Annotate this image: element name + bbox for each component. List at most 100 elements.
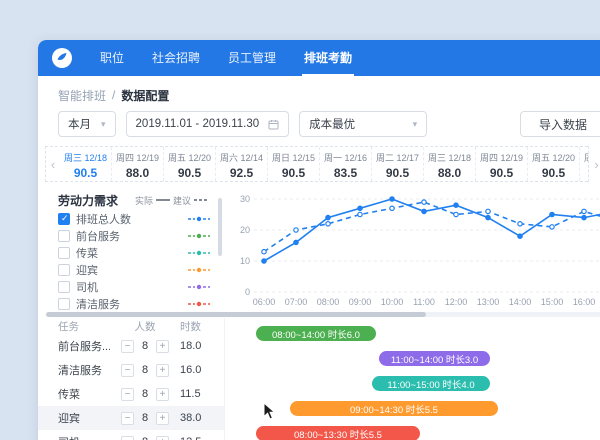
nav-item-employee-management[interactable]: 员工管理 xyxy=(214,40,290,76)
app-logo-icon[interactable] xyxy=(52,48,72,68)
date-range-value: 2019.11.01 - 2019.11.30 xyxy=(135,118,260,130)
date-tab-6[interactable]: 周二 12/17 90.5 xyxy=(372,147,424,181)
demand-item-glyph xyxy=(188,250,210,255)
date-tab-0[interactable]: 周三 12/18 90.5 xyxy=(60,147,112,181)
stepper-increase-button[interactable]: + xyxy=(156,363,169,377)
checkbox[interactable] xyxy=(58,212,70,225)
svg-text:0: 0 xyxy=(245,287,250,297)
dashed-line-icon xyxy=(194,199,208,201)
task-name: 司机 xyxy=(38,434,110,440)
svg-text:10:00: 10:00 xyxy=(381,297,404,307)
task-table-header: 任务 人数 时数 xyxy=(38,318,224,334)
date-tab-8[interactable]: 周四 12/19 90.5 xyxy=(476,147,528,181)
tabs-prev-button[interactable]: ‹ xyxy=(46,147,60,181)
breadcrumb-separator: / xyxy=(112,88,116,102)
stepper-decrease-button[interactable]: − xyxy=(121,339,134,353)
panel-scrollbar[interactable] xyxy=(218,198,222,256)
checkbox[interactable] xyxy=(58,229,70,242)
date-tab-day: 周一 12/16 xyxy=(323,153,368,163)
task-row-2[interactable]: 传菜 − 8 + 11.5 xyxy=(38,382,224,406)
nav-item-scheduling-attendance[interactable]: 排班考勤 xyxy=(290,40,366,76)
checkbox[interactable] xyxy=(58,263,70,276)
mouse-cursor-icon xyxy=(263,401,276,425)
demand-item-label: 司机 xyxy=(76,281,98,294)
period-select[interactable]: 本月 ▾ xyxy=(58,111,116,137)
scrollbar-thumb[interactable] xyxy=(46,312,426,317)
demand-item-label: 迎宾 xyxy=(76,264,98,277)
date-range-input[interactable]: 2019.11.01 - 2019.11.30 xyxy=(125,111,290,137)
svg-text:16:00: 16:00 xyxy=(573,297,596,307)
date-tab-7[interactable]: 周三 12/18 88.0 xyxy=(424,147,476,181)
demand-item-glyph xyxy=(188,233,210,238)
date-tab-value: 90.5 xyxy=(177,166,202,180)
calendar-icon xyxy=(268,119,279,130)
stepper-increase-button[interactable]: + xyxy=(156,435,169,440)
strategy-select[interactable]: 成本最优 ▾ xyxy=(299,111,428,137)
task-row-4[interactable]: 司机 − 8 + 12.5 xyxy=(38,430,224,440)
gantt-bar-0[interactable]: 08:00~14:00 时长6.0 xyxy=(256,326,376,341)
gantt-bar-1[interactable]: 11:00~14:00 时长3.0 xyxy=(379,351,490,366)
nav-item-social-recruiting[interactable]: 社会招聘 xyxy=(138,40,214,76)
stepper-decrease-button[interactable]: − xyxy=(121,411,134,425)
date-tab-day: 周三 12/18 xyxy=(427,153,472,163)
stepper-increase-button[interactable]: + xyxy=(156,411,169,425)
nav-item-positions[interactable]: 职位 xyxy=(86,40,138,76)
demand-item-4[interactable]: 司机 xyxy=(58,278,220,295)
stepper-decrease-button[interactable]: − xyxy=(121,363,134,377)
date-tab-value: 88.0 xyxy=(437,166,462,180)
header-count: 人数 xyxy=(134,320,156,333)
date-tab-1[interactable]: 周四 12/19 88.0 xyxy=(112,147,164,181)
checkbox[interactable] xyxy=(58,246,70,259)
demand-item-label: 前台服务 xyxy=(76,230,120,243)
date-tab-value: 90.5 xyxy=(385,166,410,180)
breadcrumb-parent[interactable]: 智能排班 xyxy=(58,87,106,104)
task-row-0[interactable]: 前台服务... − 8 + 18.0 xyxy=(38,334,224,358)
task-row-1[interactable]: 清洁服务 − 8 + 16.0 xyxy=(38,358,224,382)
svg-text:14:00: 14:00 xyxy=(509,297,532,307)
date-tab-2[interactable]: 周五 12/20 90.5 xyxy=(164,147,216,181)
task-name: 迎宾 xyxy=(58,413,80,425)
import-data-button[interactable]: 导入数据 xyxy=(520,111,600,137)
stepper-value: 8 xyxy=(141,364,149,376)
gantt-bar-2[interactable]: 11:00~15:00 时长4.0 xyxy=(372,376,490,391)
gantt-bar-3[interactable]: 09:00~14:30 时长5.5 xyxy=(290,401,498,416)
chevron-left-icon: ‹ xyxy=(50,156,56,172)
date-tab-day: 周二 12/17 xyxy=(375,153,420,163)
demand-item-2[interactable]: 传菜 xyxy=(58,244,220,261)
date-tab-9[interactable]: 周五 12/20 90.5 xyxy=(528,147,580,181)
gantt-bar-4[interactable]: 08:00~13:30 时长5.5 xyxy=(256,426,420,440)
svg-text:15:00: 15:00 xyxy=(541,297,564,307)
date-tab-day: 周五 12/20 xyxy=(167,153,212,163)
date-tab-3[interactable]: 周六 12/14 92.5 xyxy=(216,147,268,181)
header-hours: 时数 xyxy=(180,320,201,333)
horizontal-scrollbar xyxy=(38,310,600,318)
header-task: 任务 xyxy=(58,320,79,333)
period-select-value: 本月 xyxy=(68,119,91,131)
solid-line-icon xyxy=(155,199,170,201)
tabs-next-button[interactable]: › xyxy=(588,146,600,182)
demand-item-1[interactable]: 前台服务 xyxy=(58,227,220,244)
date-tab-5[interactable]: 周一 12/16 83.5 xyxy=(320,147,372,181)
stepper-increase-button[interactable]: + xyxy=(156,339,169,353)
stepper-increase-button[interactable]: + xyxy=(156,387,169,401)
demand-item-label: 传菜 xyxy=(76,247,98,260)
stepper-decrease-button[interactable]: − xyxy=(121,435,134,440)
checkbox[interactable] xyxy=(58,280,70,293)
demand-item-glyph xyxy=(188,284,210,289)
demand-item-5[interactable]: 清洁服务 xyxy=(58,295,220,310)
svg-text:08:00: 08:00 xyxy=(317,297,340,307)
task-row-3[interactable]: 迎宾 − 8 + 38.0 xyxy=(38,406,224,430)
task-name: 清洁服务 xyxy=(58,365,102,377)
task-hours: 38.0 xyxy=(180,412,202,424)
top-navbar: 职位 社会招聘 员工管理 排班考勤 xyxy=(38,40,600,76)
stepper-decrease-button[interactable]: − xyxy=(121,387,134,401)
checkbox[interactable] xyxy=(58,297,70,310)
stepper-value: 8 xyxy=(141,388,149,400)
demand-item-3[interactable]: 迎宾 xyxy=(58,261,220,278)
date-tab-4[interactable]: 周日 12/15 90.5 xyxy=(268,147,320,181)
demand-item-0[interactable]: 排班总人数 xyxy=(58,210,220,227)
task-table: 任务 人数 时数 前台服务... − 8 + 18.0 清洁服务 − 8 + 1… xyxy=(38,318,225,440)
legend-actual-label: 实际 xyxy=(134,195,153,206)
date-tabs-bar: ‹ 周三 12/18 90.5 周四 12/19 88.0 周五 12/20 90.5… xyxy=(38,144,600,184)
chart-legend: 实际 建议 xyxy=(135,194,208,207)
